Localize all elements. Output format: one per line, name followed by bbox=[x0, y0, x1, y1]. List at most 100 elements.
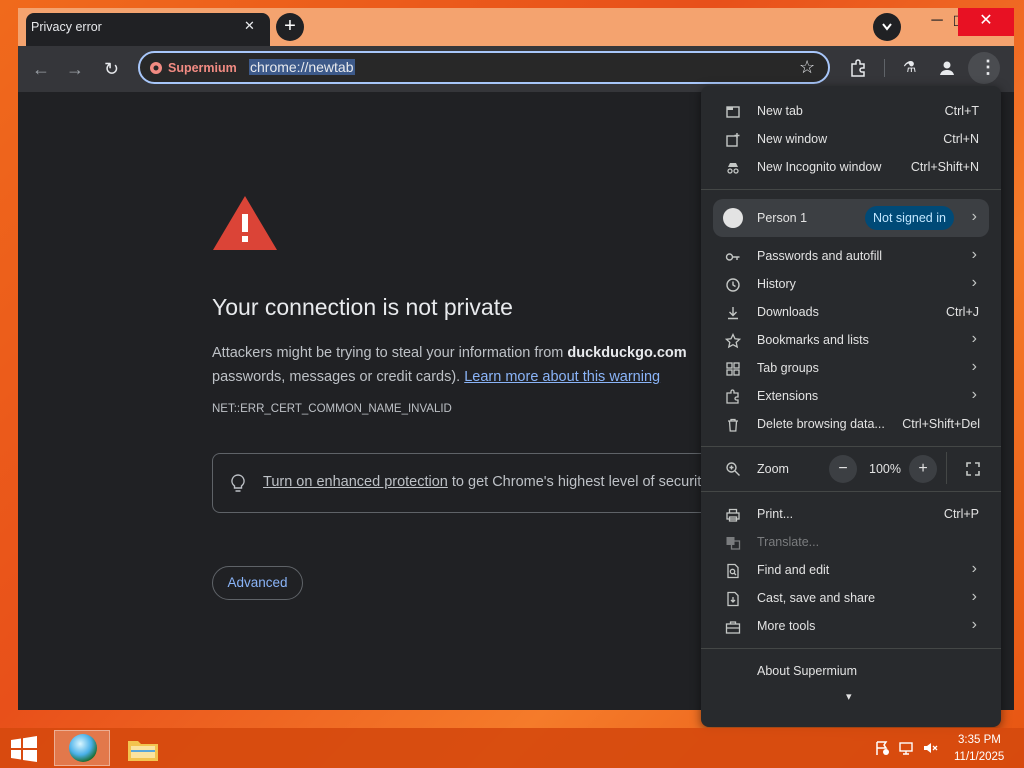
menu-divider bbox=[701, 446, 1001, 447]
labs-icon[interactable]: ⚗ bbox=[903, 58, 916, 76]
menu-item-find-edit[interactable]: Find and edit › bbox=[701, 557, 1001, 585]
menu-label: Print... bbox=[757, 507, 794, 521]
menu-divider bbox=[701, 189, 1001, 190]
reload-icon[interactable]: ↻ bbox=[104, 59, 119, 80]
menu-item-delete-data[interactable]: Delete browsing data... Ctrl+Shift+Del bbox=[701, 411, 1001, 439]
url-text[interactable]: chrome://newtab bbox=[249, 59, 355, 75]
menu-shortcut: Ctrl+Shift+Del bbox=[902, 417, 980, 431]
menu-label: Downloads bbox=[757, 305, 819, 319]
enhanced-protection-box: Turn on enhanced protection to get Chrom… bbox=[212, 453, 732, 513]
fullscreen-icon[interactable] bbox=[959, 455, 987, 483]
advanced-button[interactable]: Advanced bbox=[212, 566, 303, 600]
sign-in-status-badge[interactable]: Not signed in bbox=[865, 206, 954, 230]
menu-label: More tools bbox=[757, 619, 816, 633]
puzzle-icon bbox=[726, 389, 739, 404]
profile-name: Person 1 bbox=[757, 211, 808, 225]
clock-date[interactable]: 11/1/2025 bbox=[954, 751, 1004, 763]
tab-close-icon[interactable]: ✕ bbox=[244, 18, 255, 34]
toolbox-icon bbox=[725, 621, 741, 634]
forward-icon[interactable]: → bbox=[66, 59, 84, 80]
more-vert-icon[interactable]: ⋮ bbox=[979, 57, 997, 78]
cast-save-icon bbox=[727, 591, 739, 607]
menu-item-more-tools[interactable]: More tools › bbox=[701, 613, 1001, 641]
menu-item-new-incognito[interactable]: New Incognito window Ctrl+Shift+N bbox=[701, 154, 1001, 182]
toolbar-divider bbox=[884, 59, 885, 77]
menu-item-translate: Translate... bbox=[701, 529, 1001, 557]
key-icon bbox=[725, 253, 740, 261]
menu-item-extensions[interactable]: Extensions › bbox=[701, 383, 1001, 411]
find-icon bbox=[727, 563, 739, 579]
scroll-down-icon[interactable]: ▾ bbox=[846, 690, 852, 703]
enhanced-protection-text: to get Chrome's highest level of securit… bbox=[447, 474, 709, 490]
download-icon bbox=[728, 307, 738, 320]
menu-item-print[interactable]: Print... Ctrl+P bbox=[701, 501, 1001, 529]
volume-muted-icon[interactable] bbox=[922, 740, 938, 756]
new-tab-icon bbox=[726, 106, 740, 118]
chevron-right-icon: › bbox=[971, 246, 977, 263]
chevron-right-icon: › bbox=[971, 208, 977, 225]
menu-shortcut: Ctrl+J bbox=[946, 305, 979, 319]
chevron-right-icon: › bbox=[971, 386, 977, 403]
file-explorer-icon[interactable] bbox=[126, 735, 160, 763]
menu-label: Cast, save and share bbox=[757, 591, 876, 605]
address-bar[interactable] bbox=[138, 51, 830, 84]
zoom-in-button[interactable]: + bbox=[909, 455, 937, 483]
menu-item-cast-save[interactable]: Cast, save and share › bbox=[701, 585, 1001, 613]
warning-domain: duckduckgo.com bbox=[567, 345, 687, 361]
new-window-icon bbox=[726, 133, 740, 147]
zoom-level: 100% bbox=[869, 462, 901, 476]
trash-icon bbox=[728, 418, 738, 432]
tab-search-button[interactable] bbox=[873, 13, 901, 41]
chevron-right-icon: › bbox=[971, 616, 977, 633]
menu-item-about[interactable]: About Supermium bbox=[701, 658, 1001, 686]
close-window-button[interactable]: ✕ bbox=[958, 8, 1014, 36]
page-title: Your connection is not private bbox=[212, 294, 513, 320]
chevron-right-icon: › bbox=[971, 560, 977, 577]
new-tab-button[interactable]: + bbox=[276, 13, 304, 41]
menu-label: New tab bbox=[757, 104, 803, 118]
tab-groups-icon bbox=[726, 362, 740, 376]
lightbulb-icon bbox=[231, 474, 245, 492]
translate-icon bbox=[726, 537, 741, 550]
learn-more-link[interactable]: Learn more about this warning bbox=[464, 369, 660, 385]
menu-item-history[interactable]: History › bbox=[701, 271, 1001, 299]
zoom-divider bbox=[946, 452, 947, 484]
menu-label: Find and edit bbox=[757, 563, 830, 577]
chevron-right-icon: › bbox=[971, 274, 977, 291]
menu-label: Zoom bbox=[757, 462, 789, 476]
extensions-icon[interactable] bbox=[849, 59, 867, 77]
chevron-down-icon bbox=[882, 23, 892, 31]
enhanced-protection-link[interactable]: Turn on enhanced protection bbox=[263, 474, 448, 490]
menu-item-tab-groups[interactable]: Tab groups › bbox=[701, 355, 1001, 383]
menu-label: Extensions bbox=[757, 389, 819, 403]
menu-item-new-tab[interactable]: New tab Ctrl+T bbox=[701, 98, 1001, 126]
menu-item-bookmarks[interactable]: Bookmarks and lists › bbox=[701, 327, 1001, 355]
profile-avatar-icon[interactable] bbox=[938, 59, 956, 77]
warning-text-2: passwords, messages or credit cards). bbox=[212, 369, 465, 385]
menu-shortcut: Ctrl+N bbox=[943, 132, 979, 146]
taskbar-browser-button[interactable] bbox=[54, 730, 110, 766]
profile-row[interactable]: Person 1 Not signed in › bbox=[713, 199, 989, 237]
menu-shortcut: Ctrl+P bbox=[943, 507, 979, 521]
menu-item-downloads[interactable]: Downloads Ctrl+J bbox=[701, 299, 1001, 327]
action-center-flag-icon[interactable] bbox=[874, 740, 890, 756]
zoom-icon bbox=[726, 462, 740, 476]
clock-time[interactable]: 3:35 PM bbox=[958, 734, 1001, 746]
menu-item-new-window[interactable]: New window Ctrl+N bbox=[701, 126, 1001, 154]
printer-icon bbox=[726, 508, 740, 522]
chevron-right-icon: › bbox=[971, 588, 977, 605]
network-icon[interactable] bbox=[898, 740, 914, 756]
history-icon bbox=[726, 278, 740, 292]
site-chip[interactable]: Supermium bbox=[168, 61, 237, 75]
menu-label: New window bbox=[757, 132, 828, 146]
bookmark-star-icon[interactable]: ☆ bbox=[799, 57, 815, 78]
warning-triangle-icon bbox=[213, 196, 277, 250]
menu-label: Translate... bbox=[757, 535, 820, 549]
menu-label: History bbox=[757, 277, 796, 291]
tab-title: Privacy error bbox=[31, 20, 102, 34]
back-icon[interactable]: ← bbox=[32, 59, 50, 80]
windows-start-icon[interactable] bbox=[10, 736, 38, 762]
browser-globe-icon bbox=[69, 734, 97, 762]
menu-item-passwords[interactable]: Passwords and autofill › bbox=[701, 243, 1001, 271]
zoom-out-button[interactable]: − bbox=[829, 455, 857, 483]
